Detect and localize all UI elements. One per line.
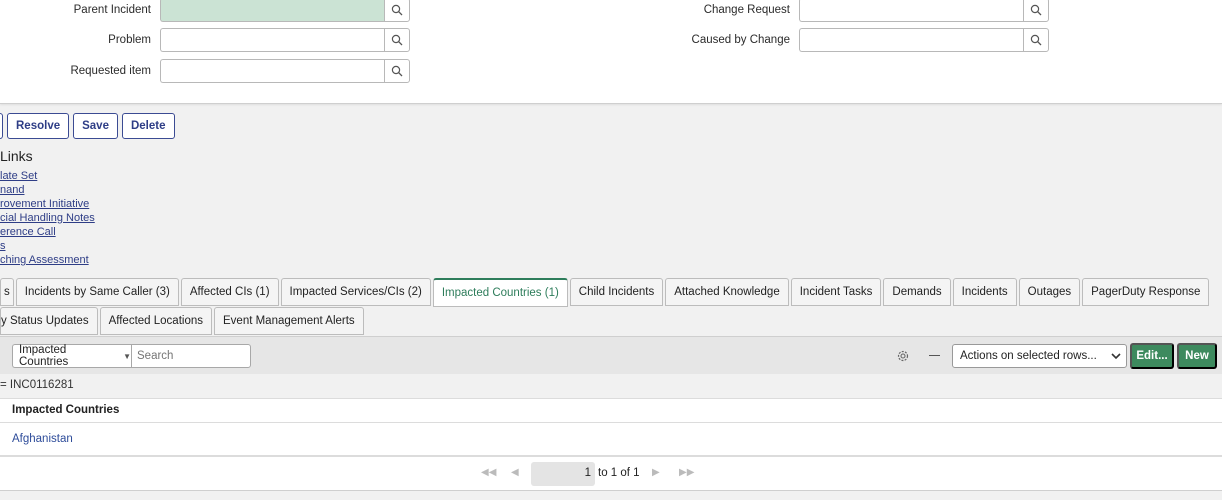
related-list-tabs-row-1: s Incidents by Same Caller (3) Affected … — [0, 278, 1211, 307]
page-number-input[interactable]: 1 — [531, 462, 595, 486]
caused-by-change-lookup-button[interactable] — [1023, 28, 1049, 52]
resolve-button[interactable]: Resolve — [7, 113, 70, 139]
caused-by-change-label: Caused by Change — [691, 34, 790, 46]
tab-status-updates[interactable]: y Status Updates — [0, 307, 98, 335]
requested-item-label: Requested item — [70, 65, 151, 77]
caused-by-change-row: Caused by Change — [0, 28, 1049, 52]
tab-incidents[interactable]: Incidents — [952, 278, 1017, 306]
tab-affected-cis[interactable]: Affected CIs (1) — [180, 278, 279, 306]
search-icon — [1030, 4, 1042, 16]
caret-down-icon: ▼ — [123, 351, 131, 361]
previous-page-icon[interactable]: ◀ — [511, 467, 519, 478]
requested-item-lookup-button[interactable] — [384, 59, 410, 83]
tab-affected-locations[interactable]: Affected Locations — [99, 307, 212, 335]
column-header-impacted-countries[interactable]: Impacted Countries — [0, 399, 1222, 423]
impacted-countries-table: Impacted Countries Afghanistan — [0, 398, 1222, 456]
related-links-title: Links — [0, 148, 33, 164]
gear-icon[interactable] — [896, 349, 910, 363]
new-button[interactable]: New — [1177, 343, 1217, 369]
truncated-button[interactable] — [0, 113, 3, 139]
page-range-text: to 1 of 1 — [598, 467, 640, 479]
list-pager: ◀◀ ◀ 1 to 1 of 1 ▶ ▶▶ — [0, 456, 1222, 490]
related-link-improvement-initiative[interactable]: rovement Initiative — [0, 197, 95, 211]
tab-event-management-alerts[interactable]: Event Management Alerts — [214, 307, 364, 335]
tab-attached-knowledge[interactable]: Attached Knowledge — [665, 278, 789, 306]
tab-truncated[interactable]: s — [0, 278, 14, 306]
search-icon — [391, 65, 403, 77]
caused-by-change-input[interactable] — [799, 28, 1023, 52]
related-list-tabs-row-2: y Status Updates Affected Locations Even… — [0, 307, 366, 335]
form-action-buttons: Resolve Save Delete — [0, 113, 175, 139]
requested-item-row: Requested item — [0, 59, 410, 83]
table-cell-link[interactable]: Afghanistan — [12, 433, 73, 445]
chevron-down-icon — [1111, 352, 1121, 359]
last-page-icon[interactable]: ▶▶ — [679, 467, 694, 478]
actions-on-selected-rows-select[interactable]: Actions on selected rows... — [952, 344, 1127, 368]
edit-button[interactable]: Edit... — [1130, 343, 1174, 369]
tab-outages[interactable]: Outages — [1018, 278, 1081, 306]
related-links-list: late Set nand rovement Initiative cial H… — [0, 169, 95, 267]
search-icon — [1030, 34, 1042, 46]
tab-demands[interactable]: Demands — [883, 278, 951, 306]
next-page-icon[interactable]: ▶ — [652, 467, 660, 478]
list-search-field-value: Impacted Countries — [19, 344, 69, 368]
actions-select-value: Actions on selected rows... — [960, 350, 1097, 362]
tab-pagerduty-response[interactable]: PagerDuty Response — [1082, 278, 1210, 306]
related-link-update-set[interactable]: late Set — [0, 169, 95, 183]
tab-child-incidents[interactable]: Child Incidents — [569, 278, 664, 306]
list-filter-breadcrumb[interactable]: = INC0116281 — [0, 374, 1222, 398]
tab-incidents-by-same-caller[interactable]: Incidents by Same Caller (3) — [15, 278, 179, 306]
change-request-lookup-button[interactable] — [1023, 0, 1049, 22]
collapse-icon[interactable] — [929, 355, 940, 356]
related-link-special-handling-notes[interactable]: cial Handling Notes — [0, 211, 95, 225]
table-row: Afghanistan — [0, 423, 1222, 456]
first-page-icon[interactable]: ◀◀ — [481, 467, 496, 478]
delete-button[interactable]: Delete — [121, 113, 175, 139]
requested-item-input[interactable] — [160, 59, 384, 83]
change-request-label: Change Request — [703, 4, 790, 16]
bottom-divider — [0, 490, 1222, 500]
list-search-field-select[interactable]: Impacted Countries ▼ — [12, 344, 131, 368]
related-link-s[interactable]: s — [0, 239, 95, 253]
related-link-demand[interactable]: nand — [0, 183, 95, 197]
tab-incident-tasks[interactable]: Incident Tasks — [790, 278, 882, 306]
tab-impacted-countries[interactable]: Impacted Countries (1) — [432, 278, 568, 307]
related-link-matching-assessment[interactable]: ching Assessment — [0, 253, 95, 267]
change-request-row: Change Request — [0, 0, 1049, 22]
save-button[interactable]: Save — [73, 113, 118, 139]
incident-form-section: Parent Incident Problem Requested item C… — [0, 0, 1222, 104]
tab-impacted-services[interactable]: Impacted Services/CIs (2) — [280, 278, 431, 306]
change-request-input[interactable] — [799, 0, 1023, 22]
related-link-conference-call[interactable]: erence Call — [0, 225, 95, 239]
list-toolbar: Impacted Countries ▼ Actions on selected… — [0, 336, 1222, 374]
list-search-input[interactable] — [131, 344, 251, 368]
